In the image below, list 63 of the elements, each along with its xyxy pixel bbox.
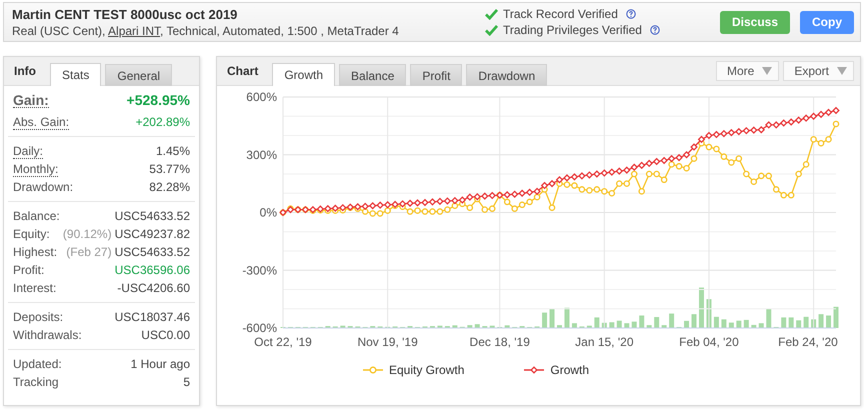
tab[interactable]: Growth	[272, 63, 336, 86]
axis-label: -300%	[242, 263, 277, 278]
stat-label: Withdrawals:	[13, 327, 82, 344]
stat-label: Updated:	[13, 356, 62, 373]
axis-label: 300%	[246, 148, 277, 162]
stat-value: 1 Hour ago	[130, 357, 190, 371]
stat-label: Profit:	[13, 262, 44, 279]
stat-label: Monthly:	[13, 162, 58, 177]
stat-label: Interest:	[13, 280, 56, 297]
verification-label: Trading Privileges Verified	[502, 23, 642, 37]
stat-value: 5	[183, 375, 190, 389]
stat-note: (Feb 27)	[66, 245, 112, 259]
axis-label: Feb 04, '20	[679, 335, 739, 349]
help-icon[interactable]	[626, 9, 636, 19]
axis-label: Feb 24, '20	[778, 335, 838, 349]
tab[interactable]: Drawdown	[466, 64, 548, 86]
stat-value: -USC4206.60	[117, 281, 190, 295]
stat-label: Daily:	[13, 144, 44, 159]
stat-value: 53.77%	[149, 162, 190, 176]
stat-label: Highest:	[13, 244, 58, 261]
account-details: Real (USC Cent),	[12, 24, 106, 38]
stat-note: (90.12%)	[62, 227, 112, 241]
panel-title: Info	[14, 64, 36, 78]
stat-label: Deposits:	[13, 309, 64, 326]
tab[interactable]: Profit	[410, 64, 462, 86]
legend-label[interactable]: Equity Growth	[389, 363, 464, 377]
axis-label: Dec 18, '19	[470, 335, 530, 349]
axis-label: Jan 15, '20	[575, 335, 634, 349]
axis-label: Oct 22, '19	[254, 335, 312, 349]
verification-label: Track Record Verified	[502, 7, 618, 21]
stat-value: USC36596.06	[114, 263, 190, 277]
system-title: Martin CENT TEST 8000usc oct 2019	[12, 6, 238, 22]
stat-value: USC54633.52	[114, 245, 190, 259]
help-icon[interactable]	[650, 25, 660, 35]
tab[interactable]: General	[105, 64, 172, 86]
caret-icon	[762, 67, 772, 75]
stat-label: Equity:	[13, 226, 50, 243]
axis-label: Nov 19, '19	[357, 335, 418, 349]
broker-link[interactable]: Alpari INT	[108, 24, 160, 38]
stat-label: Abs. Gain:	[13, 115, 70, 130]
account-details: , Technical, Automated, 1:500 , MetaTrader 4	[160, 24, 399, 38]
tab[interactable]: Balance	[339, 64, 406, 86]
stat-value: +528.95%	[126, 92, 190, 108]
axis-label: 0%	[260, 206, 277, 220]
panel-title: Chart	[227, 64, 258, 78]
axis-label: 600%	[246, 90, 277, 104]
stat-value: 82.28%	[149, 180, 190, 194]
dropdown-button[interactable]: More	[716, 61, 780, 81]
stat-label: Balance:	[13, 208, 60, 225]
stat-value: +202.89%	[136, 115, 190, 129]
stat-value: USC54633.52	[114, 209, 190, 223]
legend-label[interactable]: Growth	[550, 363, 590, 377]
stat-label: Gain:	[13, 93, 49, 108]
stat-label: Drawdown:	[13, 179, 74, 196]
tab[interactable]: Stats	[50, 63, 102, 86]
stat-value: USC0.00	[141, 328, 190, 342]
dropdown-button[interactable]: Export	[783, 61, 854, 81]
stat-label: Tracking	[13, 374, 59, 391]
caret-icon	[837, 67, 847, 75]
stat-value: USC18037.46	[114, 310, 190, 324]
stat-value: 1.45%	[156, 144, 190, 158]
stat-value: USC49237.82	[114, 227, 190, 241]
axis-label: -600%	[242, 321, 277, 335]
